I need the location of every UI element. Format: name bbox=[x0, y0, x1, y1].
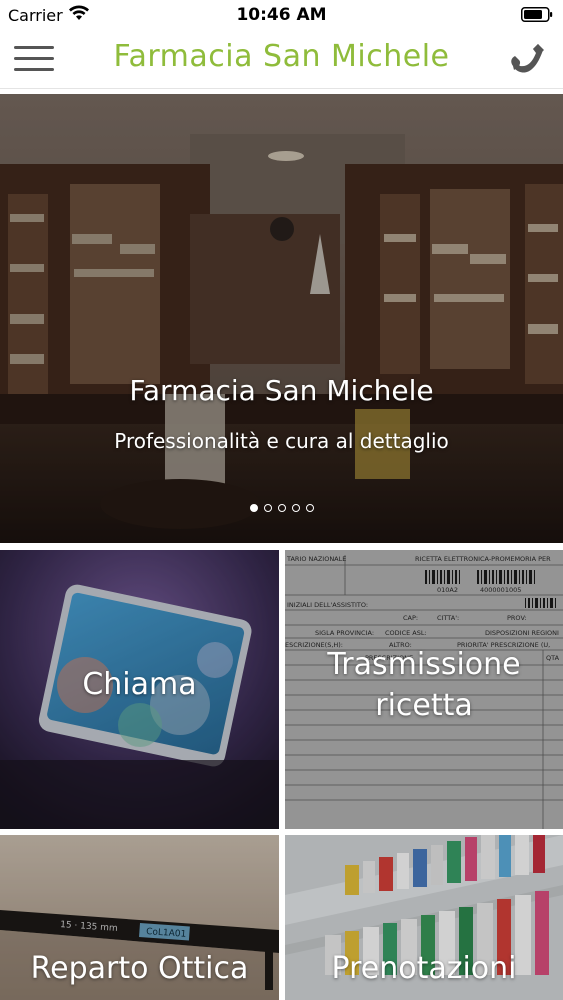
tile-chiama-label: Chiama bbox=[82, 667, 197, 702]
tile-reparto-ottica[interactable]: 15 · 135 mm CoL1A01 Reparto Ottica bbox=[0, 835, 279, 1000]
status-bar: Carrier 10:46 AM bbox=[0, 0, 563, 30]
battery-icon bbox=[521, 7, 553, 22]
hero-title: Farmacia San Michele bbox=[129, 374, 434, 407]
tile-trasmissione-ricetta[interactable]: TARIO NAZIONALE RICETTA ELETTRONICA-PROM… bbox=[285, 550, 563, 829]
carousel-dot-3[interactable] bbox=[277, 504, 286, 512]
carousel-dot-1[interactable] bbox=[249, 504, 258, 512]
carousel-dot-5[interactable] bbox=[305, 504, 314, 512]
tile-prenotazioni[interactable]: Prenotazioni bbox=[285, 835, 563, 1000]
tile-ricetta-label-line1: Trasmissione bbox=[327, 647, 521, 682]
hero-subtitle: Professionalità e cura al dettaglio bbox=[114, 429, 449, 453]
call-button[interactable] bbox=[505, 36, 549, 80]
phone-icon bbox=[511, 44, 544, 73]
status-time: 10:46 AM bbox=[236, 5, 327, 25]
carousel-dot-4[interactable] bbox=[291, 504, 300, 512]
tile-prenotazioni-label: Prenotazioni bbox=[331, 951, 517, 986]
carousel-pagination bbox=[0, 504, 563, 512]
hero-carousel[interactable]: Farmacia San Michele Professionalità e c… bbox=[0, 94, 563, 543]
navigation-bar: Farmacia San Michele bbox=[0, 30, 563, 89]
pharmacy-interior-photo bbox=[0, 94, 563, 543]
tile-ricetta-label-line2: ricetta bbox=[375, 688, 473, 723]
tile-chiama[interactable]: Chiama bbox=[0, 550, 279, 829]
tile-ottica-label: Reparto Ottica bbox=[30, 951, 249, 986]
carousel-dot-2[interactable] bbox=[263, 504, 272, 512]
page-title: Farmacia San Michele bbox=[113, 39, 450, 74]
